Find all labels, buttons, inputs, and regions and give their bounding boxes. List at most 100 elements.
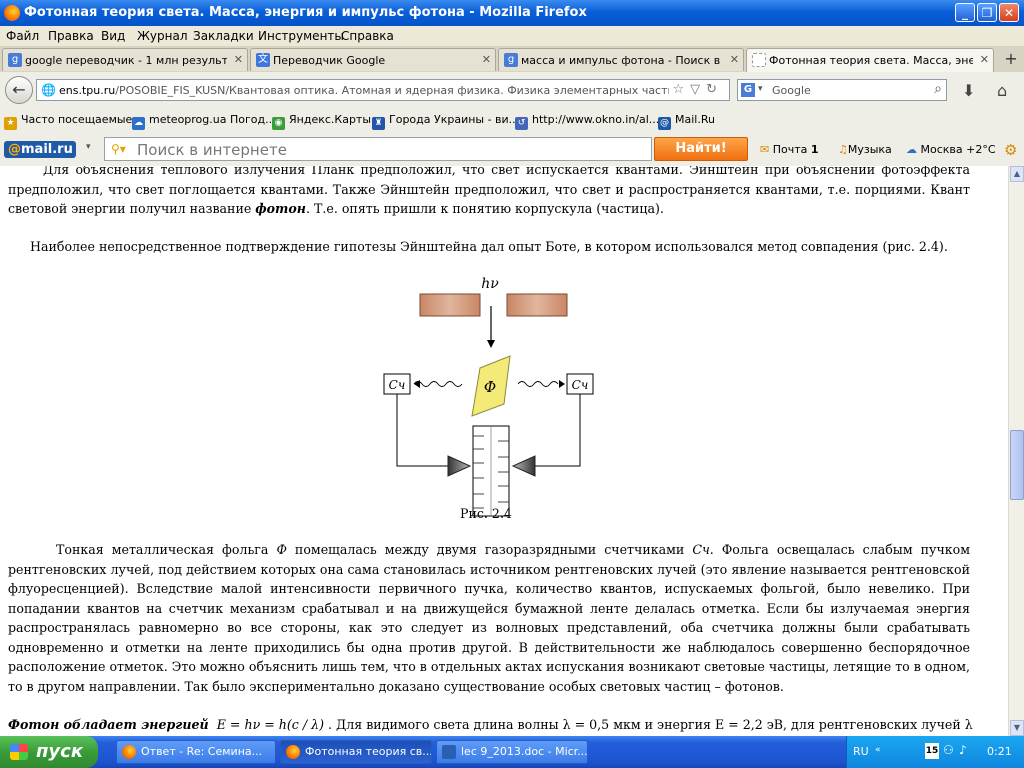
counter-right-label: Сч [572, 378, 589, 392]
menu-help[interactable]: Справка [341, 29, 394, 43]
close-icon[interactable]: ✕ [980, 53, 989, 66]
tab-photon-search[interactable]: g масса и импульс фотона - Поиск в Goo..… [498, 48, 744, 71]
hv-label: hν [481, 276, 499, 292]
new-tab-button[interactable]: + [1002, 50, 1020, 68]
find-button[interactable]: Найти! [654, 137, 748, 161]
url-text[interactable]: ens.tpu.ru/POSOBIE_FIS_KUSN/Квантовая оп… [59, 84, 669, 97]
scrollbar-thumb[interactable] [1010, 430, 1024, 500]
search-icon: ⚲▾ [111, 142, 126, 156]
windows-flag-icon [10, 744, 28, 760]
close-icon[interactable]: ✕ [482, 53, 491, 66]
task-seminar-reply[interactable]: Ответ - Re: Семина... [116, 740, 276, 764]
wire-left [396, 394, 448, 467]
weather-link[interactable]: ☁ Москва +2°C [906, 143, 996, 156]
figure-caption: Рис. 2.4 [460, 506, 512, 521]
weather-icon: ☁ [132, 117, 145, 130]
wire-right [535, 394, 581, 467]
scroll-down-arrow[interactable]: ▼ [1010, 720, 1024, 736]
menu-file[interactable]: Файл [6, 29, 39, 43]
back-button[interactable]: ← [5, 76, 33, 104]
task-photon-theory[interactable]: Фотонная теория св... [280, 740, 432, 764]
chevron-down-icon[interactable]: ▾ [758, 84, 763, 94]
chevron-down-icon[interactable]: ▾ [86, 142, 91, 152]
language-indicator[interactable]: RU [853, 745, 869, 758]
vertical-scrollbar[interactable]: ▲ ▼ [1008, 166, 1024, 736]
bookmark-yandex-maps[interactable]: ◉ Яндекс.Карты [272, 113, 371, 130]
link-icon: ↺ [515, 117, 528, 130]
mailru-logo[interactable]: @mail.ru [4, 141, 76, 158]
globe-icon: 🌐 [41, 83, 56, 97]
title-bar: Фотонная теория света. Масса, энергия и … [0, 0, 1024, 26]
paragraph-photon-energy: Фотон обладает энергией E = hν = h(c / λ… [8, 717, 973, 732]
envelope-icon: ✉ [760, 143, 770, 156]
cloud-icon: ☁ [906, 143, 917, 156]
tab-google-translate[interactable]: 文 Переводчик Google ✕ [250, 48, 496, 71]
close-button[interactable]: ✕ [999, 3, 1019, 22]
network-icon[interactable]: ⚇ [943, 743, 954, 757]
bookmark-ukraine-cities[interactable]: ♜ Города Украины - ви... [372, 113, 519, 130]
bookmarks-bar: ★ Часто посещаемые ☁ meteoprog.ua Погод...… [0, 108, 1024, 133]
menu-bookmarks[interactable]: Закладки [193, 29, 254, 43]
gear-icon[interactable]: ⚙ [1004, 141, 1017, 159]
figure-bothe-experiment: hν Φ Сч Сч [383, 276, 594, 517]
maximize-button[interactable]: ❐ [977, 3, 997, 22]
start-button[interactable]: пуск [0, 736, 98, 768]
chevron-up-icon[interactable]: « [875, 745, 881, 755]
menu-history[interactable]: Журнал [137, 29, 188, 43]
search-icon[interactable]: ⌕ [934, 81, 942, 97]
music-icon: ♫ [838, 143, 848, 156]
minimize-button[interactable]: _ [955, 3, 975, 22]
music-link[interactable]: ♫Музыка [838, 143, 892, 156]
mail-icon: @ [658, 117, 671, 130]
calendar-icon[interactable]: 15 [925, 743, 939, 759]
word-icon [442, 745, 456, 759]
paragraph-bothe-experiment: Наиболее непосредственное подтверждение … [30, 239, 948, 254]
tab-google-translator-search[interactable]: g google переводчик - 1 млн результатов.… [2, 48, 248, 71]
bookmark-meteoprog[interactable]: ☁ meteoprog.ua Погод... [132, 113, 276, 130]
internet-search-input[interactable]: ⚲▾ Поиск в интернете [104, 137, 652, 161]
tab-photon-theory[interactable]: Фотонная теория света. Масса, энерги... … [746, 48, 994, 72]
wave-right [517, 381, 559, 387]
page-icon [752, 53, 766, 67]
address-bar[interactable]: 🌐 ens.tpu.ru/POSOBIE_FIS_KUSN/Квантовая … [36, 79, 730, 101]
window-title: Фотонная теория света. Масса, энергия и … [24, 5, 587, 20]
reload-icon[interactable]: ↻ [706, 82, 723, 97]
google-icon: g [504, 53, 518, 67]
download-icon[interactable]: ⬇ [962, 81, 975, 100]
collimator-left [419, 293, 481, 317]
dropdown-arrow-icon[interactable]: ▽ [690, 82, 706, 97]
menu-bar: Файл Правка Вид Журнал Закладки Инструме… [0, 26, 1024, 47]
menu-view[interactable]: Вид [101, 29, 125, 43]
google-icon[interactable]: G [741, 83, 755, 97]
scroll-up-arrow[interactable]: ▲ [1010, 166, 1024, 182]
system-tray: RU « 15 ⚇ ♪ 0:21 [846, 736, 1024, 768]
mail-link[interactable]: ✉ Почта 1 [760, 143, 819, 156]
bookmark-mailru[interactable]: @ Mail.Ru [658, 113, 715, 130]
map-icon: ◉ [272, 117, 285, 130]
close-icon[interactable]: ✕ [234, 53, 243, 66]
search-placeholder[interactable]: Google [772, 84, 811, 97]
pen-left [447, 455, 472, 477]
foil-label: Φ [484, 378, 496, 396]
menu-edit[interactable]: Правка [48, 29, 94, 43]
navigation-bar: ← 🌐 ens.tpu.ru/POSOBIE_FIS_KUSN/Квантова… [0, 72, 1024, 109]
google-icon: g [8, 53, 22, 67]
bookmark-okno[interactable]: ↺ http://www.okno.in/al... [515, 113, 659, 130]
paragraph-photon-intro: Для объяснения теплового излучения Планк… [8, 166, 970, 216]
volume-icon[interactable]: ♪ [959, 743, 967, 757]
bookmark-star-icon[interactable]: ☆ [672, 82, 690, 97]
home-icon[interactable]: ⌂ [997, 81, 1007, 100]
paragraph-experiment-description: Тонкая металлическая фольга Ф помещалась… [8, 542, 971, 694]
clock[interactable]: 0:21 [987, 745, 1012, 758]
search-box[interactable]: G ▾ Google ⌕ [737, 79, 947, 101]
pen-right [511, 455, 536, 477]
close-icon[interactable]: ✕ [730, 53, 739, 66]
firefox-icon [286, 745, 300, 759]
counter-left-label: Сч [389, 378, 406, 392]
bookmark-most-visited[interactable]: ★ Часто посещаемые [4, 113, 132, 130]
city-icon: ♜ [372, 117, 385, 130]
menu-tools[interactable]: Инструменты [258, 29, 344, 43]
firefox-icon [4, 5, 20, 21]
collimator-right [506, 293, 568, 317]
task-word-document[interactable]: lec 9_2013.doc - Micr... [436, 740, 588, 764]
